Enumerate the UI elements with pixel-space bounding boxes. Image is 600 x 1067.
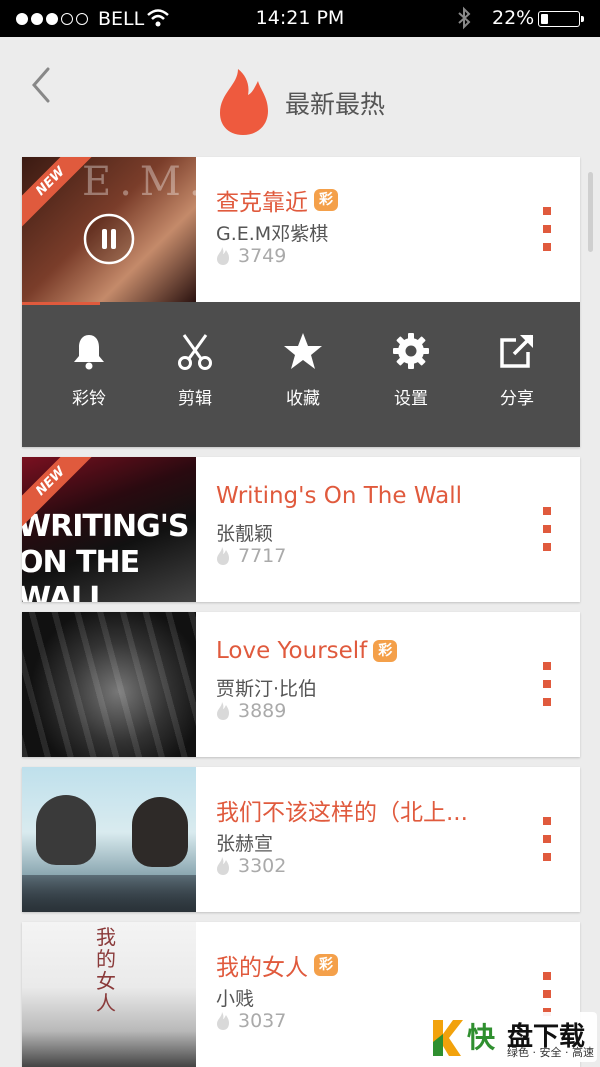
share-icon: [500, 334, 534, 368]
flame-icon: [220, 69, 268, 135]
action-clip[interactable]: 剪辑: [150, 332, 240, 409]
playback-progress[interactable]: [22, 302, 100, 305]
more-menu-button[interactable]: [542, 817, 552, 861]
album-cover[interactable]: 我的女人: [22, 922, 196, 1067]
artist-name: 张赫宣: [216, 833, 274, 855]
song-card[interactable]: WRITING'S ON THE WALL NEW Writing's On T…: [22, 457, 580, 602]
artist-name: G.E.M邓紫棋: [216, 223, 329, 245]
album-cover[interactable]: WRITING'S ON THE WALL NEW: [22, 457, 196, 602]
play-count-value: 3889: [238, 700, 287, 722]
action-label: 分享: [500, 389, 534, 409]
artist-name: 贾斯汀·比伯: [216, 678, 318, 700]
play-count: 3889: [216, 700, 286, 722]
cover-text: E.M.: [82, 159, 196, 205]
bluetooth-icon: [458, 6, 471, 30]
gear-icon: [393, 333, 429, 369]
play-count: 3302: [216, 855, 286, 877]
album-cover[interactable]: [22, 767, 196, 912]
watermark-brand-left: 快: [467, 1021, 496, 1054]
more-menu-button[interactable]: [542, 207, 552, 251]
flame-small-icon: [217, 547, 229, 565]
play-count-value: 3302: [238, 855, 287, 877]
album-cover[interactable]: [22, 612, 196, 757]
action-bar: 彩铃 剪辑 收藏 设置 分享: [22, 302, 580, 447]
more-menu-button[interactable]: [542, 507, 552, 551]
song-title: Writing's On The Wall: [216, 483, 462, 509]
more-menu-button[interactable]: [542, 972, 552, 1016]
song-title: 我们不该这样的（北上...: [216, 793, 468, 827]
play-count-value: 3749: [238, 245, 287, 267]
more-menu-button[interactable]: [542, 662, 552, 706]
song-title-text: 查克靠近: [216, 190, 308, 216]
play-count: 7717: [216, 545, 286, 567]
flame-small-icon: [217, 702, 229, 720]
watermark: 快 盘下载 绿色 · 安全 · 高速: [425, 1012, 597, 1062]
back-button[interactable]: [28, 65, 58, 105]
song-title: Love Yourself 彩: [216, 638, 398, 664]
action-label: 收藏: [286, 389, 320, 409]
action-settings[interactable]: 设置: [366, 332, 456, 409]
cai-badge: 彩: [314, 954, 338, 976]
song-card[interactable]: Love Yourself 彩 贾斯汀·比伯 3889: [22, 612, 580, 757]
bell-icon: [74, 335, 104, 370]
cai-badge: 彩: [314, 189, 338, 211]
cover-text: WRITING'S ON THE WALL: [22, 509, 190, 602]
battery-percentage: 22%: [492, 7, 535, 29]
play-count-value: 3037: [238, 1010, 287, 1032]
song-title-text: 我们不该这样的（北上...: [216, 800, 468, 826]
action-label: 设置: [394, 389, 428, 409]
song-title-text: Writing's On The Wall: [216, 483, 462, 509]
flame-small-icon: [217, 1012, 229, 1030]
battery-icon: [538, 11, 584, 27]
song-card[interactable]: E.M. NEW 查克靠近 彩 G.E.M邓紫棋 3749 彩铃: [22, 157, 580, 447]
song-card[interactable]: 我们不该这样的（北上... 张赫宣 3302: [22, 767, 580, 912]
header: 最新最热: [0, 37, 600, 147]
flame-small-icon: [217, 247, 229, 265]
song-title-text: 我的女人: [216, 955, 308, 981]
action-share[interactable]: 分享: [472, 332, 562, 409]
play-count: 3037: [216, 1010, 286, 1032]
watermark-logo-icon: [433, 1020, 463, 1056]
artist-name: 小贱: [216, 988, 255, 1010]
scrollbar[interactable]: [588, 172, 593, 252]
play-count-value: 7717: [238, 545, 287, 567]
song-title-text: Love Yourself: [216, 638, 368, 664]
action-favorite[interactable]: 收藏: [258, 332, 348, 409]
action-label: 剪辑: [178, 389, 212, 409]
song-title: 我的女人 彩: [216, 948, 338, 982]
play-count: 3749: [216, 245, 286, 267]
star-icon: [284, 333, 322, 369]
song-title: 查克靠近 彩: [216, 183, 338, 217]
page-title: 最新最热: [285, 90, 386, 119]
action-label: 彩铃: [72, 389, 106, 409]
artist-name: 张靓颖: [216, 523, 274, 545]
cover-text: 我的女人: [96, 925, 116, 1015]
pause-icon[interactable]: [82, 212, 136, 266]
watermark-tagline: 绿色 · 安全 · 高速: [507, 1046, 594, 1059]
action-ringtone[interactable]: 彩铃: [44, 332, 134, 409]
scissors-icon: [178, 334, 212, 370]
album-cover[interactable]: E.M. NEW: [22, 157, 196, 302]
status-bar: BELL 14:21 PM 22%: [0, 0, 600, 37]
cai-badge: 彩: [373, 640, 398, 662]
flame-small-icon: [217, 857, 229, 875]
